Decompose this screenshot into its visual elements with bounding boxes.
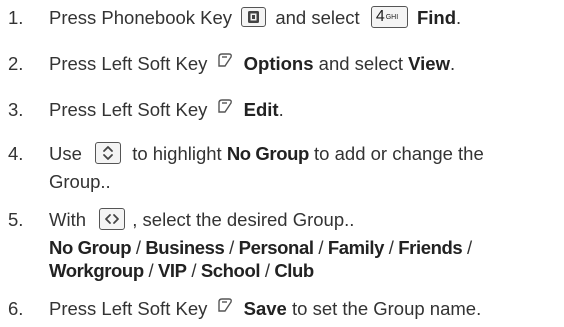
instruction-page: 1. Press Phonebook Key and select 4GHI F… bbox=[8, 6, 484, 320]
group-option-workgroup: Workgroup bbox=[49, 260, 144, 281]
group-option-vip: VIP bbox=[157, 260, 187, 281]
group-option-no-group: No Group bbox=[49, 237, 132, 258]
left-soft-key-icon bbox=[216, 296, 234, 320]
phonebook-key-icon bbox=[241, 7, 267, 28]
menu-option-find: Find bbox=[416, 7, 457, 28]
step-number: 6. bbox=[8, 298, 24, 319]
step-text: to highlight bbox=[132, 143, 222, 164]
left-soft-key-icon bbox=[216, 51, 234, 75]
step-text: Use bbox=[49, 143, 82, 164]
left-soft-key-icon bbox=[216, 97, 234, 121]
menu-option-options: Options bbox=[243, 53, 314, 74]
group-options-line-2: Workgroup / VIP / School / Club bbox=[49, 260, 314, 281]
step-text: With bbox=[49, 209, 86, 230]
key-4-icon: 4GHI bbox=[370, 6, 408, 29]
menu-option-save: Save bbox=[243, 298, 287, 319]
step-text-continued: Group.. bbox=[49, 171, 111, 192]
group-option-school: School bbox=[200, 260, 261, 281]
step-text: Press Phonebook Key bbox=[49, 7, 233, 28]
group-option-family: Family bbox=[327, 237, 385, 258]
menu-option-edit: Edit bbox=[243, 99, 279, 120]
step-text: to set the Group name. bbox=[292, 298, 482, 319]
step-text: , select the desired Group.. bbox=[132, 209, 355, 230]
step-text: to add or change the bbox=[314, 143, 484, 164]
group-option-club: Club bbox=[274, 260, 314, 281]
menu-option-view: View bbox=[408, 53, 450, 74]
group-option-business: Business bbox=[145, 237, 225, 258]
step-text: Press Left Soft Key bbox=[49, 53, 208, 74]
step-text: Press Left Soft Key bbox=[49, 298, 208, 319]
step-number: 4. bbox=[8, 143, 24, 164]
group-option-no-group: No Group bbox=[226, 143, 309, 164]
group-option-friends: Friends bbox=[398, 237, 463, 258]
step-number: 1. bbox=[8, 7, 24, 28]
group-option-personal: Personal bbox=[238, 237, 314, 258]
step-number: 3. bbox=[8, 99, 24, 120]
step-number: 5. bbox=[8, 209, 24, 230]
nav-left-right-key-icon bbox=[99, 208, 126, 231]
step-text: and select bbox=[318, 53, 404, 74]
step-text: and select bbox=[275, 7, 360, 28]
step-number: 2. bbox=[8, 53, 24, 74]
group-options-line-1: No Group / Business / Personal / Family … bbox=[49, 237, 472, 258]
nav-up-down-key-icon bbox=[95, 142, 122, 165]
step-text: Press Left Soft Key bbox=[49, 99, 208, 120]
